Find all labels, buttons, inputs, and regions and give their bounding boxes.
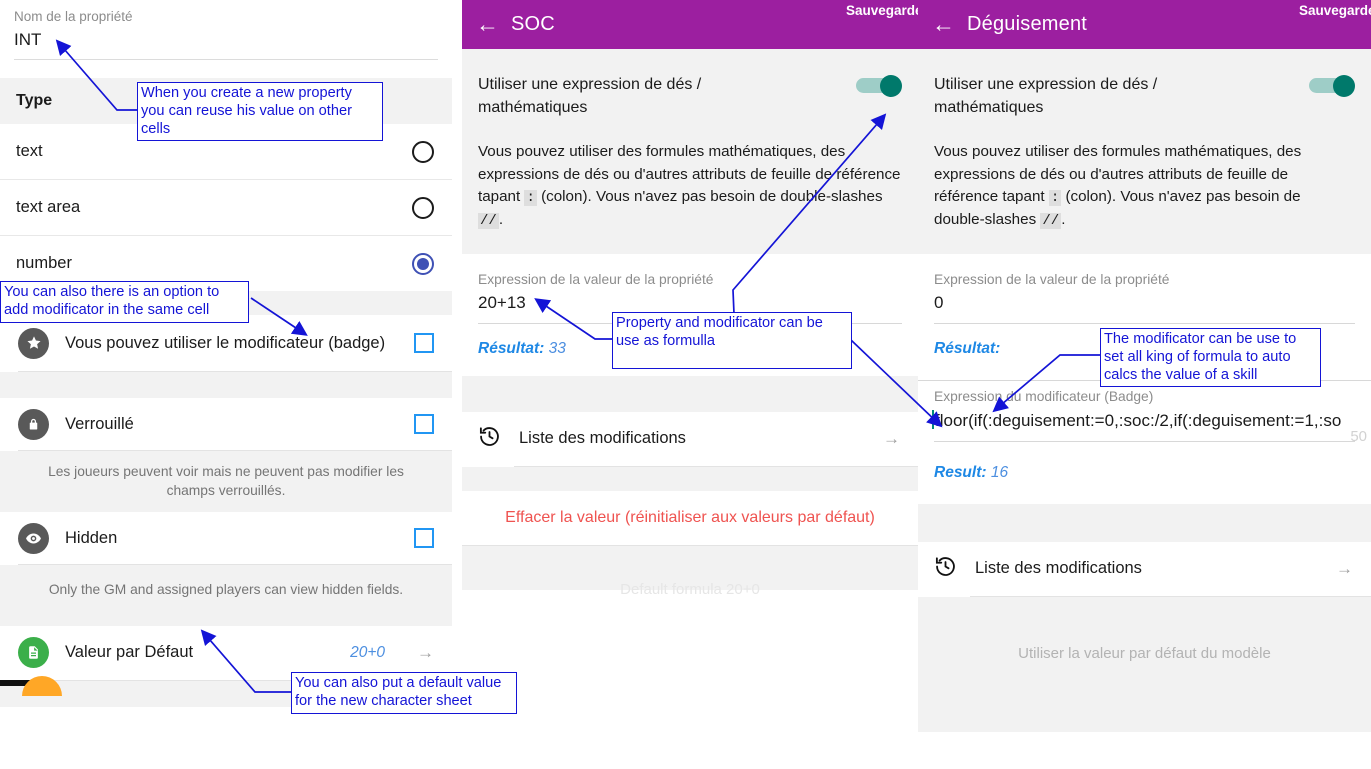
mid-result-value: 33 bbox=[548, 339, 566, 357]
mid-dice-toggle-switch[interactable] bbox=[856, 75, 902, 97]
right-result2: Result: 16 bbox=[918, 441, 1371, 504]
radio-text-area[interactable] bbox=[412, 196, 434, 219]
arrow-right-icon[interactable]: → bbox=[1336, 559, 1353, 579]
mid-spacer-1 bbox=[462, 253, 918, 262]
mid-expression-label: Expression de la valeur de la propriété bbox=[462, 261, 918, 287]
type-section-title: Type bbox=[16, 92, 53, 109]
history-icon bbox=[478, 425, 501, 453]
back-arrow-icon[interactable]: ← bbox=[932, 13, 955, 36]
default-value-amount: 20+0 bbox=[350, 643, 385, 661]
property-name-input[interactable]: INT bbox=[0, 24, 452, 59]
mid-clear-value-button[interactable]: Effacer la valeur (réinitialiser aux val… bbox=[462, 490, 918, 545]
mid-appbar: ← SOC Sauvegarder bbox=[462, 0, 918, 49]
default-value-label: Valeur par Défaut bbox=[65, 643, 194, 662]
annotation-2: You can also there is an option to add m… bbox=[0, 281, 249, 323]
right-modifier-field[interactable]: floor(if(:deguisement:=0,:soc:/2,if(:deg… bbox=[918, 403, 1371, 445]
annotation-5: The modificator can be use to set all ki… bbox=[1100, 328, 1321, 388]
mid-cutoff-text: Default formula 20+0 bbox=[620, 580, 760, 598]
hidden-checkbox[interactable] bbox=[414, 528, 434, 549]
mid-band-1 bbox=[462, 375, 918, 412]
mid-modifications-label: Liste des modifications bbox=[519, 429, 686, 448]
badge-modifier-row[interactable]: Vous pouvez utiliser le modificateur (ba… bbox=[0, 315, 452, 371]
right-band-1 bbox=[918, 503, 1371, 542]
mid-para-code2: // bbox=[478, 213, 499, 230]
right-modifier-input[interactable]: floor(if(:deguisement:=0,:soc:/2,if(:deg… bbox=[918, 403, 1371, 441]
right-help-paragraph: Vous pouvez utiliser des formules mathém… bbox=[918, 127, 1371, 254]
type-option-number-label: number bbox=[16, 254, 72, 272]
mid-dice-toggle-block: Utiliser une expression de dés / mathéma… bbox=[462, 49, 918, 128]
screenshot-root: Nom de la propriété INT Type text text a… bbox=[0, 0, 1371, 769]
type-option-textarea-label: text area bbox=[16, 198, 81, 216]
right-modifications-label: Liste des modifications bbox=[975, 559, 1142, 578]
right-modifier-charcount: 50 bbox=[1350, 427, 1367, 445]
radio-text[interactable] bbox=[412, 140, 434, 163]
right-appbar-title: Déguisement bbox=[967, 13, 1088, 35]
right-save-button[interactable]: Sauvegarder bbox=[1299, 2, 1371, 20]
star-icon bbox=[18, 327, 49, 359]
right-modifications-row[interactable]: Liste des modifications → bbox=[918, 541, 1371, 596]
mid-para-part3: . bbox=[498, 211, 504, 229]
right-template-default-placeholder[interactable]: Utiliser la valeur par défaut du modèle bbox=[918, 596, 1371, 732]
right-result-label: Résultat: bbox=[934, 339, 1001, 357]
property-name-label: Nom de la propriété bbox=[14, 9, 133, 24]
right-modifier-text: floor(if(:deguisement:=0,:soc:/2,if(:deg… bbox=[935, 410, 1342, 430]
eye-icon bbox=[18, 522, 49, 554]
right-dice-toggle-label: Utiliser une expression de dés / mathéma… bbox=[934, 76, 1158, 117]
right-para-code2: // bbox=[1040, 213, 1062, 230]
right-expression-input[interactable]: 0 bbox=[918, 286, 1371, 323]
badge-modifier-label: Vous pouvez utiliser le modificateur (ba… bbox=[65, 333, 386, 352]
panel-gap-1 bbox=[452, 0, 462, 769]
left-spacer-1 bbox=[0, 60, 452, 78]
lock-icon bbox=[18, 408, 49, 440]
left-band-2 bbox=[0, 372, 452, 398]
mid-dice-toggle-row[interactable]: Utiliser une expression de dés / mathéma… bbox=[478, 73, 902, 119]
annotation-3: You can also put a default value for the… bbox=[291, 672, 517, 714]
right-result2-label: Result: bbox=[934, 463, 987, 481]
mid-modifications-row[interactable]: Liste des modifications → bbox=[462, 411, 918, 466]
hidden-helper-text: Only the GM and assigned players can vie… bbox=[0, 565, 452, 626]
mid-band-3: Default formula 20+0 bbox=[462, 545, 918, 598]
right-expression-label: Expression de la valeur de la propriété bbox=[918, 261, 1371, 287]
locked-label: Verrouillé bbox=[65, 414, 134, 433]
right-para-code1: : bbox=[1048, 190, 1062, 207]
hidden-row[interactable]: Hidden bbox=[0, 512, 452, 565]
annotation-4: Property and modificator can be use as f… bbox=[612, 312, 852, 369]
switch-knob bbox=[880, 75, 902, 97]
mid-para-code1: : bbox=[524, 190, 537, 207]
annotation-1: When you create a new property you can r… bbox=[137, 82, 383, 142]
mid-result-label: Résultat: bbox=[478, 339, 545, 357]
mid-appbar-title: SOC bbox=[511, 13, 555, 35]
radio-number[interactable] bbox=[412, 252, 434, 275]
mid-dice-toggle-label: Utiliser une expression de dés / mathéma… bbox=[478, 76, 702, 117]
back-arrow-icon[interactable]: ← bbox=[476, 13, 499, 36]
locked-helper-text: Les joueurs peuvent voir mais ne peuvent… bbox=[0, 451, 452, 513]
type-option-text-label: text bbox=[16, 142, 43, 160]
mid-band-2 bbox=[462, 466, 918, 491]
right-spacer-1 bbox=[918, 253, 1371, 262]
type-option-textarea[interactable]: text area bbox=[0, 180, 452, 235]
switch-knob bbox=[1333, 75, 1355, 97]
locked-row[interactable]: Verrouillé bbox=[0, 398, 452, 450]
mid-help-paragraph: Vous pouvez utiliser des formules mathém… bbox=[462, 127, 918, 254]
text-caret bbox=[932, 409, 934, 429]
right-dice-toggle-block: Utiliser une expression de dés / mathéma… bbox=[918, 49, 1371, 128]
middle-panel-soc-property: ← SOC Sauvegarder Utiliser une expressio… bbox=[462, 0, 918, 769]
right-dice-toggle-switch[interactable] bbox=[1309, 75, 1355, 97]
badge-modifier-checkbox[interactable] bbox=[414, 333, 434, 353]
right-result2-value: 16 bbox=[990, 463, 1009, 481]
right-appbar: ← Déguisement Sauvegarder bbox=[918, 0, 1371, 49]
right-para-part3: . bbox=[1061, 211, 1066, 229]
document-icon bbox=[18, 637, 49, 669]
hidden-label: Hidden bbox=[65, 528, 118, 547]
right-dice-toggle-row[interactable]: Utiliser une expression de dés / mathéma… bbox=[934, 73, 1355, 119]
arrow-right-icon[interactable]: → bbox=[417, 643, 434, 663]
history-icon bbox=[934, 555, 957, 583]
locked-checkbox[interactable] bbox=[414, 414, 434, 434]
mid-para-part2: (colon). Vous n'avez pas besoin de doubl… bbox=[536, 188, 883, 206]
property-name-field[interactable]: Nom de la propriété INT bbox=[0, 0, 452, 60]
arrow-right-icon[interactable]: → bbox=[883, 429, 900, 449]
mid-save-button[interactable]: Sauvegarder bbox=[846, 2, 918, 20]
